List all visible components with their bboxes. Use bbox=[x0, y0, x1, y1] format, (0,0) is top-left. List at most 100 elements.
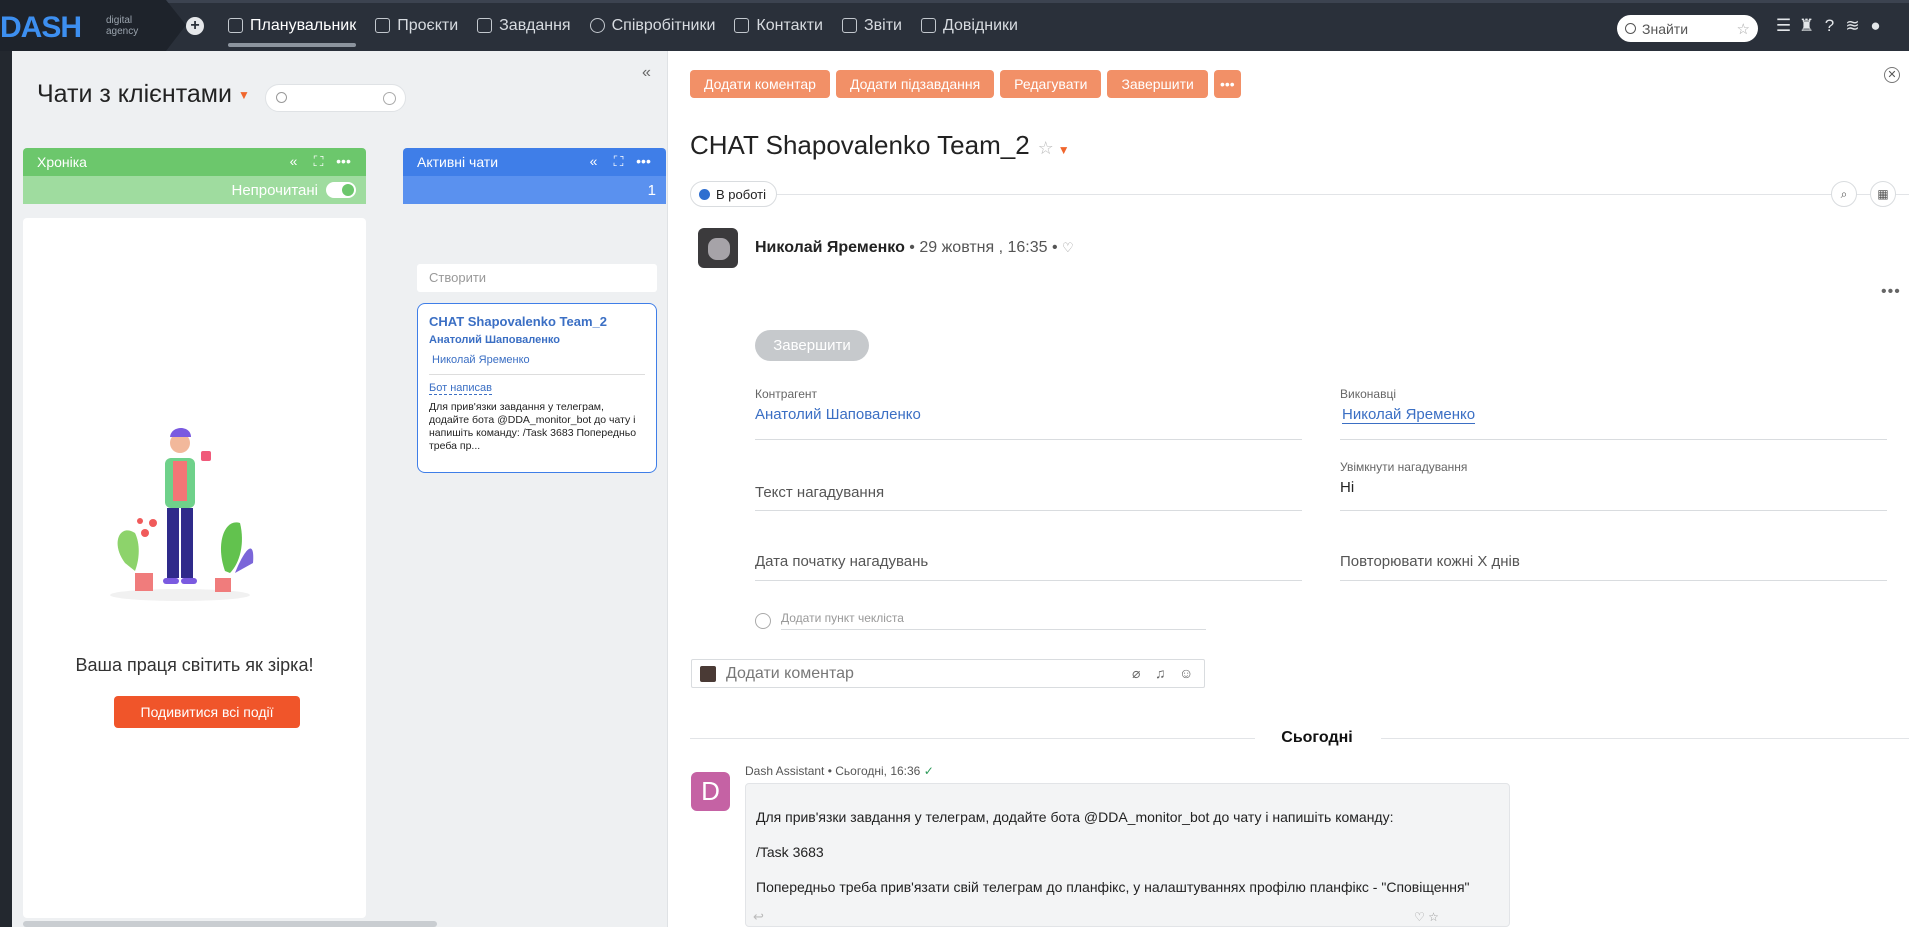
field-value: Ні bbox=[1340, 479, 1355, 496]
complete-button[interactable]: Завершити bbox=[1107, 70, 1208, 98]
logo[interactable]: DASH digital agency bbox=[0, 0, 186, 51]
empty-state-text: Ваша праця світить як зірка! bbox=[75, 655, 314, 675]
expand-column-icon[interactable]: ⛶ bbox=[306, 153, 331, 170]
chronicle-subheader: Непрочитані bbox=[23, 176, 366, 204]
collapse-column-icon[interactable]: « bbox=[281, 153, 306, 170]
more-actions-button[interactable]: ••• bbox=[1213, 70, 1241, 98]
checkmark-icon: ✓ bbox=[923, 764, 934, 778]
repeat-days-field[interactable]: Повторювати кожні Х днів bbox=[1340, 553, 1887, 581]
column-tools: « ⛶ ••• bbox=[281, 153, 356, 170]
search-placeholder: Знайти bbox=[1642, 20, 1689, 37]
heart-icon[interactable]: ♡ bbox=[1062, 240, 1074, 255]
chats-panel: Чати з клієнтами ▼ « Хроніка « ⛶ ••• Непр… bbox=[12, 51, 668, 927]
more-icon[interactable]: ••• bbox=[1881, 283, 1901, 301]
status-text: В роботі bbox=[716, 186, 766, 202]
add-new-button[interactable]: + bbox=[186, 17, 204, 35]
nav-item-planner[interactable]: Планувальник bbox=[228, 0, 357, 51]
close-icon[interactable]: ✕ bbox=[1884, 67, 1900, 83]
checkbox-icon[interactable] bbox=[755, 612, 771, 629]
checklist-input[interactable]: Додати пункт чекліста bbox=[781, 611, 1206, 630]
chevron-down-icon[interactable]: ▼ bbox=[238, 88, 250, 102]
top-icon-group: ☰ ♜ ? ≋ ● bbox=[1772, 16, 1887, 36]
nav-label: Співробітники bbox=[611, 16, 716, 34]
rocket-icon[interactable]: ♜ bbox=[1795, 16, 1818, 36]
field-label: Виконавці bbox=[1340, 387, 1396, 401]
search-icon[interactable]: ⌕ bbox=[1831, 181, 1857, 207]
projects-icon bbox=[375, 18, 391, 33]
collapse-column-icon[interactable]: « bbox=[581, 153, 606, 170]
nav-label: Завдання bbox=[499, 16, 571, 34]
avatar[interactable]: D bbox=[691, 772, 730, 811]
create-chat-input[interactable]: Створити bbox=[417, 264, 657, 292]
finish-task-button[interactable]: Завершити bbox=[755, 330, 869, 361]
card-bot-label[interactable]: Бот написав bbox=[429, 382, 492, 395]
status-dot-icon bbox=[699, 188, 710, 200]
star-icon[interactable]: ☆ bbox=[1428, 910, 1439, 924]
emoji-icon[interactable]: ☺ bbox=[1179, 665, 1193, 681]
nav-label: Довідники bbox=[942, 16, 1018, 34]
nav-label: Контакти bbox=[756, 16, 823, 34]
top-navigation-bar: DASH digital agency + Планувальник Проєк… bbox=[0, 0, 1909, 51]
user-icon[interactable]: ● bbox=[1864, 16, 1887, 36]
field-placeholder: Дата початку нагадувань bbox=[755, 553, 929, 570]
attach-icon[interactable]: ⌀ bbox=[1132, 665, 1140, 682]
nav-item-tasks[interactable]: Завдання bbox=[477, 0, 571, 51]
message-bubble: Для прив'язки завдання у телеграм, додай… bbox=[745, 783, 1510, 927]
more-icon[interactable]: ••• bbox=[631, 153, 656, 170]
card-assignee: Николай Яременко bbox=[432, 354, 530, 366]
calendar-icon[interactable]: ▦ bbox=[1870, 181, 1896, 207]
nav-item-projects[interactable]: Проєкти bbox=[375, 0, 458, 51]
executors-field[interactable]: Виконавці Николай Яременко bbox=[1340, 387, 1887, 440]
search-icon bbox=[1625, 23, 1636, 34]
help-icon[interactable]: ? bbox=[1818, 16, 1841, 36]
star-icon[interactable]: ☆ bbox=[1737, 20, 1750, 38]
nav-item-directories[interactable]: Довідники bbox=[920, 0, 1018, 51]
collapse-panel-icon[interactable]: « bbox=[642, 64, 651, 82]
filter-icon[interactable] bbox=[383, 92, 396, 105]
bell-icon[interactable]: ♫ bbox=[1155, 665, 1166, 681]
horizontal-scrollbar[interactable] bbox=[23, 921, 437, 927]
comment-placeholder: Додати коментар bbox=[726, 664, 854, 682]
unread-toggle[interactable] bbox=[326, 182, 356, 198]
chevron-down-icon[interactable]: ▼ bbox=[1058, 143, 1070, 157]
panel-title[interactable]: Чати з клієнтами ▼ bbox=[37, 80, 250, 109]
reminder-text-field[interactable]: Текст нагадування bbox=[755, 484, 1302, 511]
task-author[interactable]: Николай Яременко bbox=[755, 239, 905, 256]
card-title[interactable]: CHAT Shapovalenko Team_2 bbox=[429, 314, 645, 329]
view-all-events-button[interactable]: Подивитися всі події bbox=[114, 696, 300, 728]
chat-card[interactable]: CHAT Shapovalenko Team_2 Анатолий Шапова… bbox=[417, 303, 657, 473]
add-comment-button[interactable]: Додати коментар bbox=[690, 70, 830, 98]
nav-item-reports[interactable]: Звіти bbox=[841, 0, 902, 51]
executor-link[interactable]: Николай Яременко bbox=[1342, 406, 1476, 424]
global-search-input[interactable]: Знайти ☆ bbox=[1617, 15, 1758, 42]
status-badge[interactable]: В роботі bbox=[690, 181, 777, 207]
more-icon[interactable]: ••• bbox=[331, 153, 356, 170]
favorite-star-icon[interactable]: ☆ bbox=[1038, 138, 1054, 158]
empty-state-illustration bbox=[110, 428, 254, 601]
edit-button[interactable]: Редагувати bbox=[1000, 70, 1102, 98]
reports-icon bbox=[841, 18, 857, 33]
task-title-text: CHAT Shapovalenko Team_2 bbox=[690, 130, 1030, 160]
add-subtask-button[interactable]: Додати підзавдання bbox=[835, 70, 995, 98]
layers-icon[interactable]: ≋ bbox=[1841, 16, 1864, 36]
contractor-link[interactable]: Анатолий Шаповаленко bbox=[755, 406, 1302, 423]
reminders-enabled-field[interactable]: Увімкнути нагадування Ні bbox=[1340, 460, 1887, 511]
comment-input[interactable]: Додати коментар ⌀ ♫ ☺ bbox=[691, 659, 1205, 688]
employees-icon bbox=[589, 18, 605, 33]
avatar[interactable] bbox=[698, 228, 738, 268]
panel-search-input[interactable] bbox=[265, 84, 406, 112]
reminder-start-field[interactable]: Дата початку нагадувань bbox=[755, 553, 1302, 581]
heart-icon[interactable]: ♡ bbox=[1414, 910, 1425, 924]
menu-icon[interactable]: ☰ bbox=[1772, 16, 1795, 36]
task-author-line: Николай Яременко • 29 жовтня , 16:35 • ♡ bbox=[755, 239, 1074, 256]
day-divider-left bbox=[690, 738, 1255, 739]
nav-label: Планувальник bbox=[250, 16, 357, 34]
reply-icon[interactable]: ↩ bbox=[753, 909, 764, 925]
active-chats-title: Активні чати bbox=[417, 154, 499, 170]
message-author[interactable]: Dash Assistant bbox=[745, 764, 824, 778]
nav-label: Звіти bbox=[863, 16, 902, 34]
contractor-field[interactable]: Контрагент Анатолий Шаповаленко bbox=[755, 387, 1302, 440]
nav-item-contacts[interactable]: Контакти bbox=[734, 0, 823, 51]
nav-item-employees[interactable]: Співробітники bbox=[589, 0, 716, 51]
expand-column-icon[interactable]: ⛶ bbox=[606, 153, 631, 170]
